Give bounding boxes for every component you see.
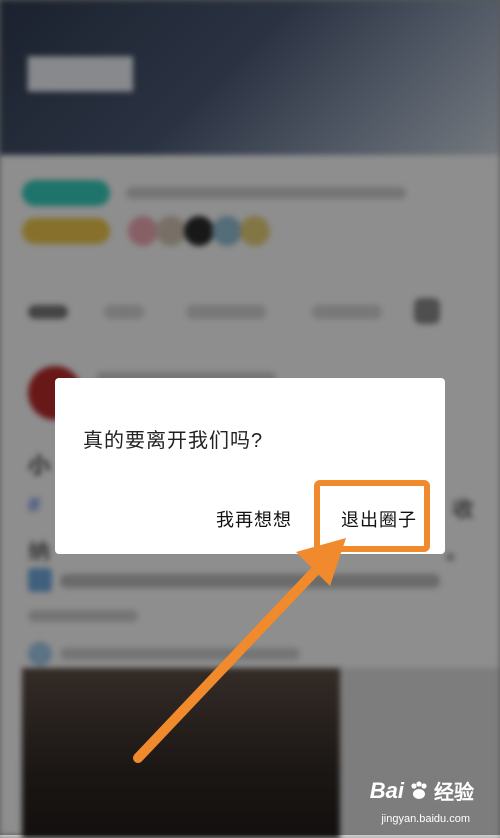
watermark-brand: Bai xyxy=(369,777,404,803)
annotation-highlight-box xyxy=(314,480,430,552)
watermark-suffix: 经验 xyxy=(434,782,474,804)
think-again-button[interactable]: 我再想想 xyxy=(216,506,292,532)
dialog-message: 真的要离开我们吗? xyxy=(83,430,264,452)
baidu-jingyan-watermark: Bai 经验 xyxy=(370,776,474,805)
paw-icon xyxy=(411,780,427,799)
watermark-url: jingyan.baidu.com xyxy=(381,813,470,825)
